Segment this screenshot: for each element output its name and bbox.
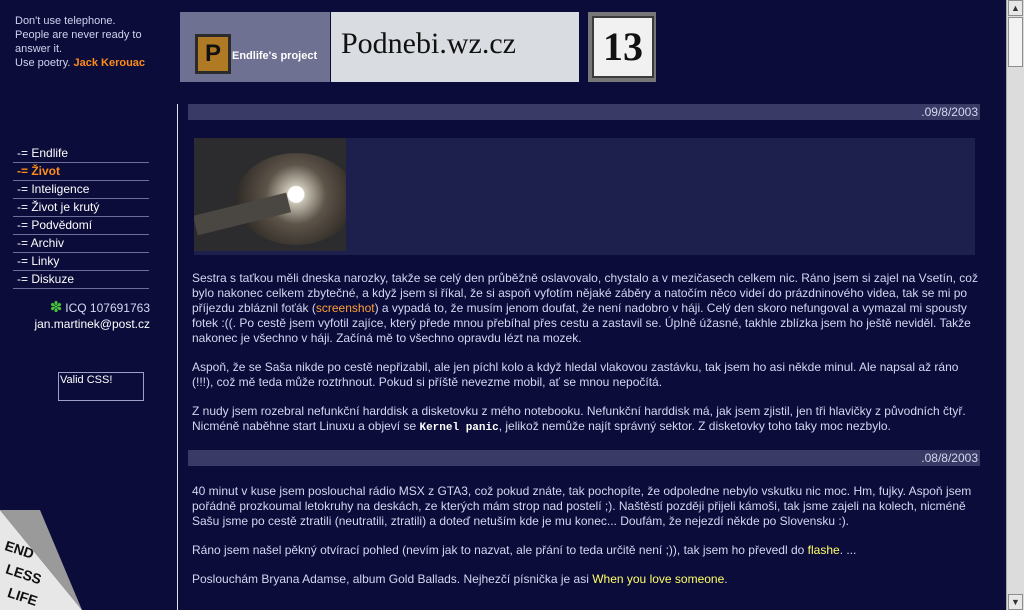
content-divider	[177, 104, 178, 610]
kernel-panic-code: Kernel panic	[419, 422, 499, 434]
site-banner: P Endlife's project Podnebi.wz.cz 13	[180, 12, 656, 82]
nav-podvedomi[interactable]: -= Podvědomí	[13, 218, 149, 235]
post-paragraph: Sestra s taťkou měli dneska narozky, tak…	[188, 271, 980, 346]
paragraph-text-end: . ...	[839, 543, 857, 557]
paragraph-text: Aspoň, že se Saša nikde po cestě nepřiza…	[192, 360, 959, 389]
site-name: Podnebi.wz.cz	[341, 27, 516, 60]
icq-number: ICQ 107691763	[65, 301, 150, 315]
nav-diskuze[interactable]: -= Diskuze	[13, 272, 149, 289]
scroll-down-icon[interactable]: ▼	[1008, 594, 1023, 610]
harddisk-photo	[194, 138, 346, 251]
disk-platter	[236, 153, 346, 245]
email-link[interactable]: jan.martinek@post.cz	[34, 317, 150, 331]
post-paragraph: Poslouchám Bryana Adamse, album Gold Bal…	[188, 572, 980, 587]
post-paragraph: 40 minut v kuse jsem poslouchal rádio MS…	[188, 484, 980, 529]
vertical-scrollbar[interactable]: ▲ ▼	[1006, 0, 1024, 610]
site-name-logo: Podnebi.wz.cz	[331, 12, 579, 82]
quote-line-4: Use poetry.	[15, 57, 71, 69]
number-logo: 13	[588, 12, 656, 82]
song-link[interactable]: When you love someone	[592, 572, 724, 586]
contact-info: ✽ ICQ 107691763 jan.martinek@post.cz	[30, 300, 150, 332]
valid-css-badge[interactable]: Valid CSS!	[58, 372, 144, 401]
endless-life-corner-logo: END LESS LIFE	[0, 510, 82, 610]
quote-line-3: answer it.	[15, 43, 63, 55]
quote-author: Jack Kerouac	[73, 57, 146, 69]
scroll-thumb[interactable]	[1008, 17, 1023, 67]
left-sidebar: Don't use telephone. People are never re…	[0, 0, 170, 610]
logo-letter: P	[195, 34, 231, 74]
post-paragraph: Ráno jsem našel pěkný otvírací pohled (n…	[188, 543, 980, 558]
screenshot-link[interactable]: screenshot	[316, 301, 375, 315]
paragraph-text: 40 minut v kuse jsem poslouchal rádio MS…	[192, 484, 972, 528]
endlife-project-logo: P Endlife's project	[180, 12, 330, 82]
nav-zivot[interactable]: -= Život	[13, 164, 149, 181]
paragraph-text: Poslouchám Bryana Adamse, album Gold Bal…	[192, 572, 593, 586]
post-paragraph: Aspoň, že se Saša nikde po cestě nepřiza…	[188, 360, 980, 390]
flash-link[interactable]: flashe	[808, 543, 840, 557]
nav-endlife[interactable]: -= Endlife	[13, 146, 149, 163]
quote: Don't use telephone. People are never re…	[15, 14, 165, 70]
nav-linky[interactable]: -= Linky	[13, 254, 149, 271]
nav-inteligence[interactable]: -= Inteligence	[13, 182, 149, 199]
paragraph-text: Ráno jsem našel pěkný otvírací pohled (n…	[192, 543, 808, 557]
post-paragraph: Z nudy jsem rozebral nefunkční harddisk …	[188, 404, 980, 436]
quote-line-2: People are never ready to	[15, 29, 142, 41]
main-navigation: -= Endlife -= Život -= Inteligence -= Ži…	[13, 146, 149, 290]
icq-flower-icon: ✽	[49, 299, 63, 316]
post-date: .08/8/2003	[188, 450, 980, 466]
scroll-up-icon[interactable]: ▲	[1008, 0, 1023, 16]
nav-archiv[interactable]: -= Archiv	[13, 236, 149, 253]
quote-line-1: Don't use telephone.	[15, 15, 116, 27]
main-content: .09/8/2003 Sestra s taťkou měli dneska n…	[188, 104, 980, 610]
post-image-panel	[194, 138, 975, 255]
nav-zivot-je-kruty[interactable]: -= Život je krutý	[13, 200, 149, 217]
logo-subtitle: Endlife's project	[232, 50, 318, 62]
paragraph-text-end: .	[724, 572, 728, 586]
paragraph-text-end: , jelikož nemůže najít správný sektor. Z…	[498, 419, 891, 433]
post-date: .09/8/2003	[188, 104, 980, 120]
site-number: 13	[592, 16, 654, 78]
